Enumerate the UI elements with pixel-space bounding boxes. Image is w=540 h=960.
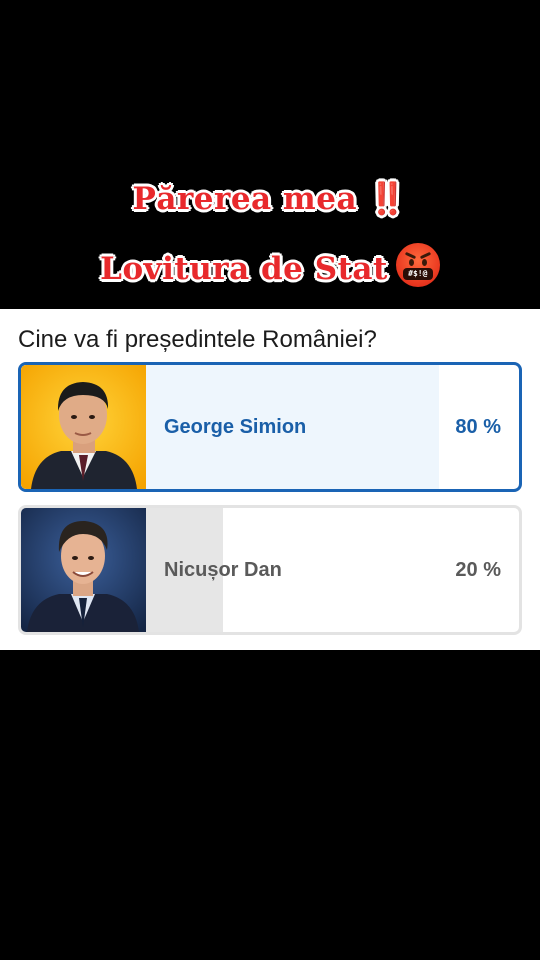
cursing-face-icon: #$!@ xyxy=(395,243,440,287)
candidate-name: Nicușor Dan xyxy=(164,558,282,581)
candidate-percent: 80 % xyxy=(455,415,501,438)
poll-option-george-simion[interactable]: George Simion 80 % xyxy=(18,362,522,492)
poll-option-nicusor-dan[interactable]: Nicușor Dan 20 % xyxy=(18,505,522,635)
caption-line-2-text: Lovitura de Stat xyxy=(100,251,388,287)
poll-question: Cine va fi președintele României? xyxy=(18,326,377,353)
candidate-photo xyxy=(21,365,146,489)
caption-line-2: Lovitura de Stat #$!@ xyxy=(0,243,540,287)
candidate-photo xyxy=(21,508,146,632)
candidate-name: George Simion xyxy=(164,415,307,438)
cursing-symbols: #$!@ xyxy=(402,268,433,280)
candidate-percent: 20 % xyxy=(455,558,501,581)
caption-line-1: Părerea mea ‼️ xyxy=(132,181,408,217)
poll-card: Cine va fi președintele României? George… xyxy=(0,309,540,650)
video-frame: Părerea mea ‼️ Lovitura de Stat #$!@ Cine… xyxy=(0,0,540,960)
